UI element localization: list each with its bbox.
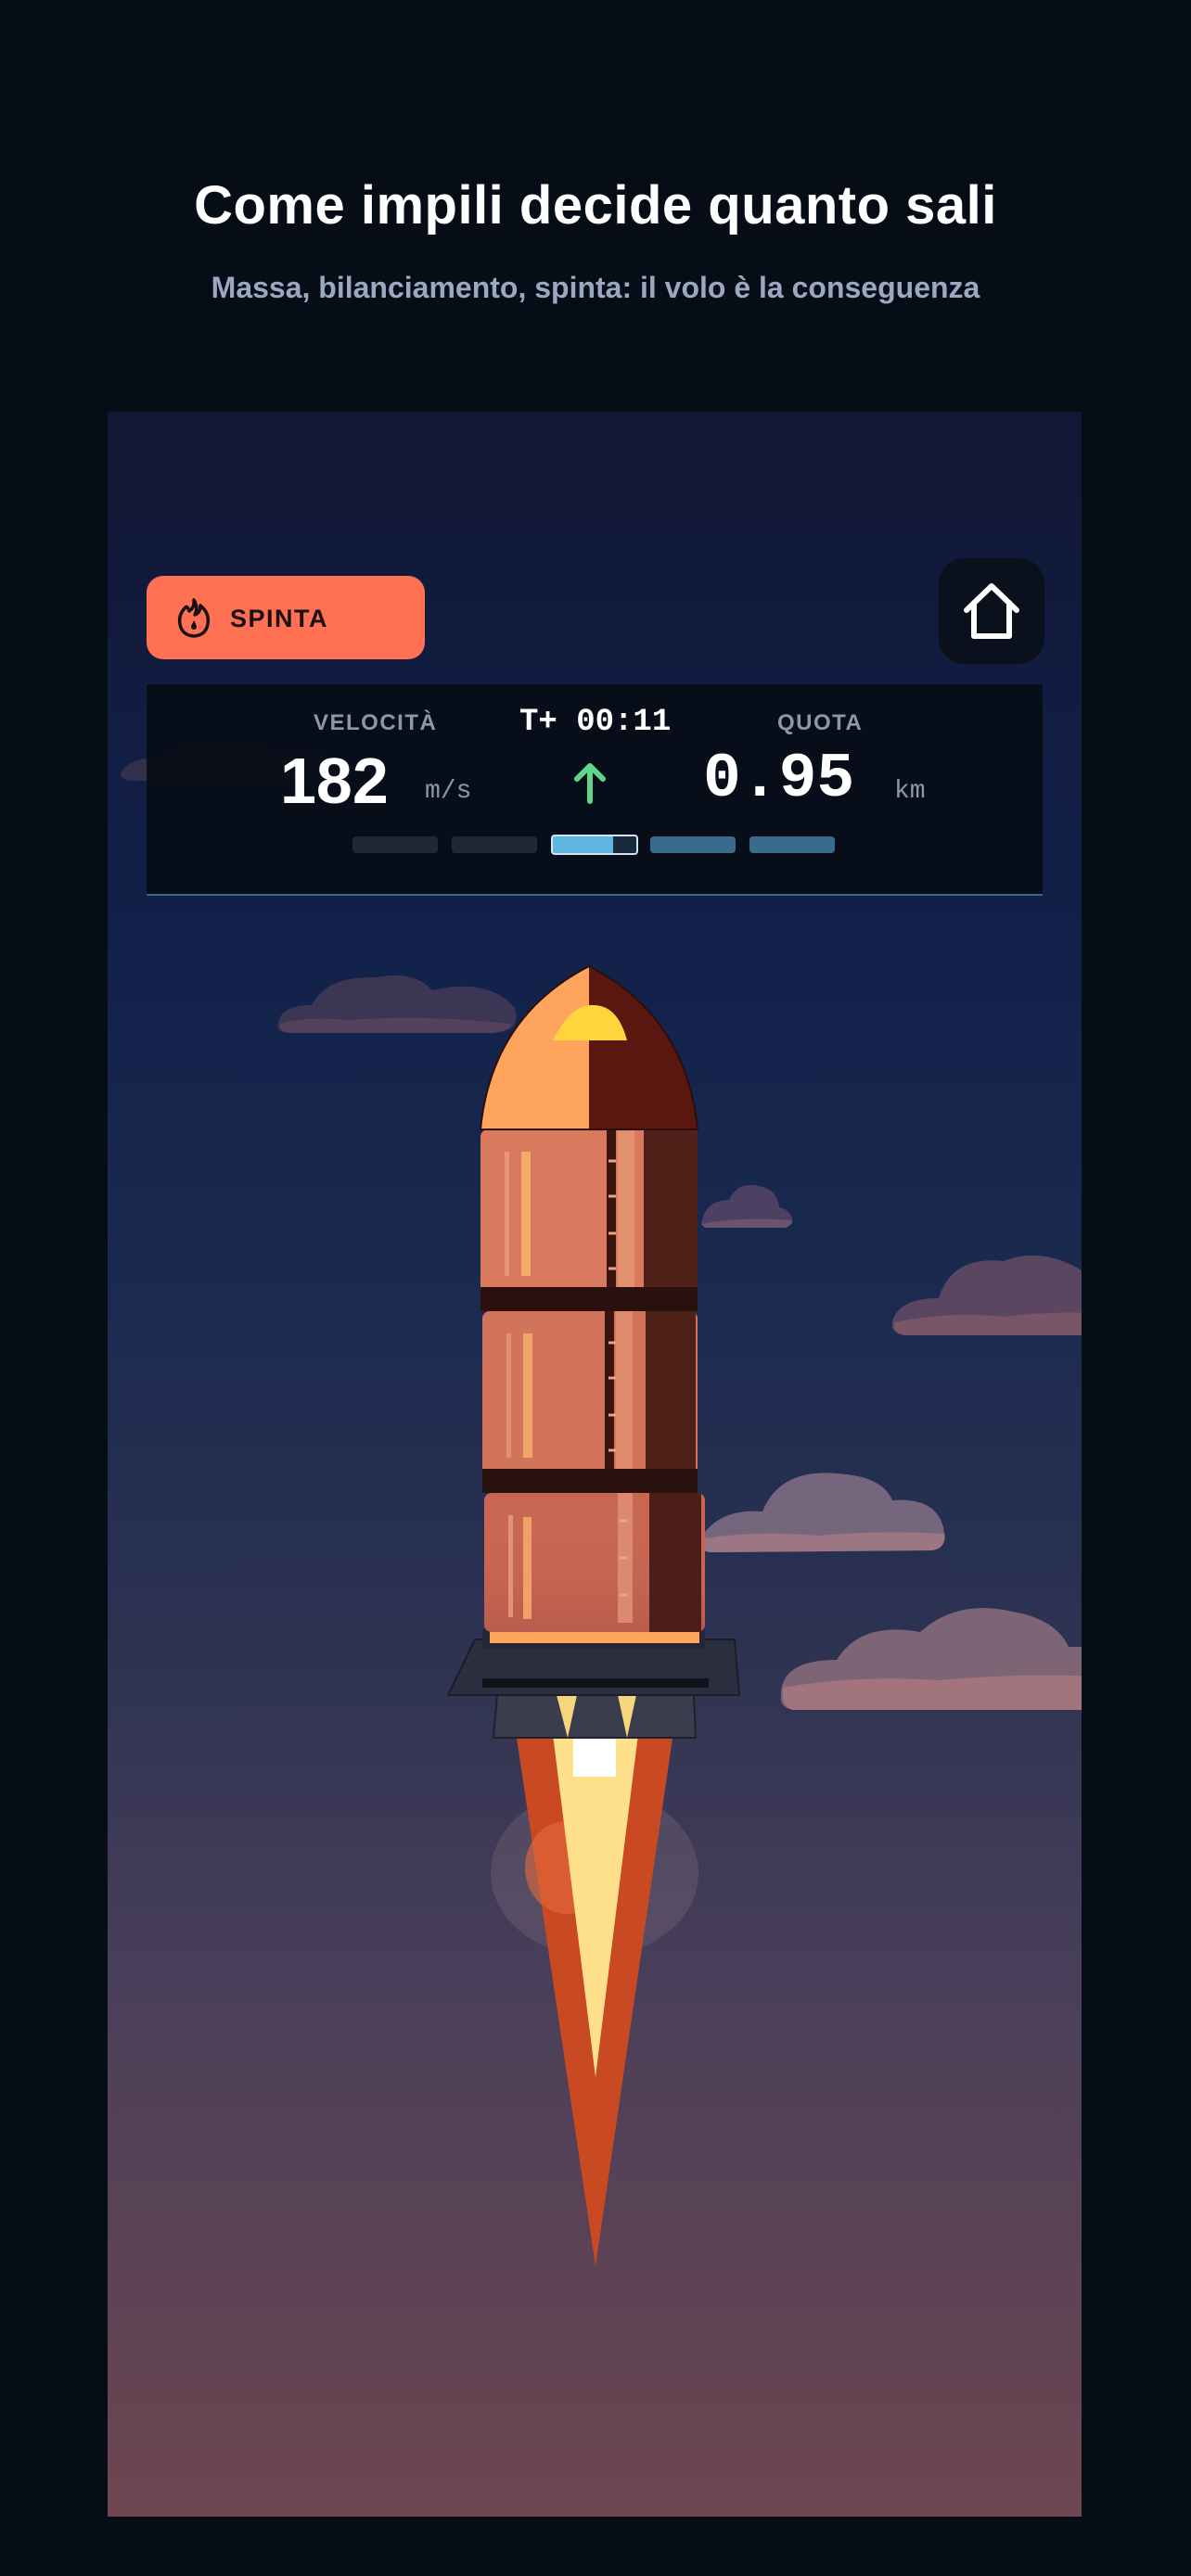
game-scene[interactable]: SPINTA VELOCITÀ T+ 00:11 QUOTA 182 m/s 0… [108,412,1082,2517]
arrow-up-icon [574,763,606,804]
stage-indicator [749,836,835,853]
thrust-button[interactable]: SPINTA [147,576,425,659]
velocity-unit: m/s [425,777,472,806]
altitude-value: 0.95 [703,744,855,815]
mission-timer: T+ 00:11 [519,705,672,740]
stage-indicator [352,836,438,853]
home-icon [964,583,1019,639]
rocket-module [484,1493,705,1632]
page-title: Come impili decide quanto sali [194,175,997,236]
rocket-nose [479,964,699,1130]
stage-indicator [650,836,736,853]
altitude-unit: km [894,777,926,806]
altitude-label: QUOTA [777,710,864,735]
home-button[interactable] [939,558,1044,664]
velocity-label: VELOCITÀ [314,710,438,735]
rocket-module [482,1311,698,1493]
flight-hud: VELOCITÀ T+ 00:11 QUOTA 182 m/s 0.95 km [147,684,1043,896]
velocity-value: 182 [280,745,389,817]
engine-flame [491,1719,698,2266]
stage-indicator [452,836,537,853]
stage-progress [352,835,835,855]
rocket-module [480,1129,698,1311]
flame-icon [177,598,211,638]
thrust-label: SPINTA [230,605,329,632]
page-subtitle: Massa, bilanciamento, spinta: il volo è … [211,271,980,304]
stage-indicator [551,835,638,855]
